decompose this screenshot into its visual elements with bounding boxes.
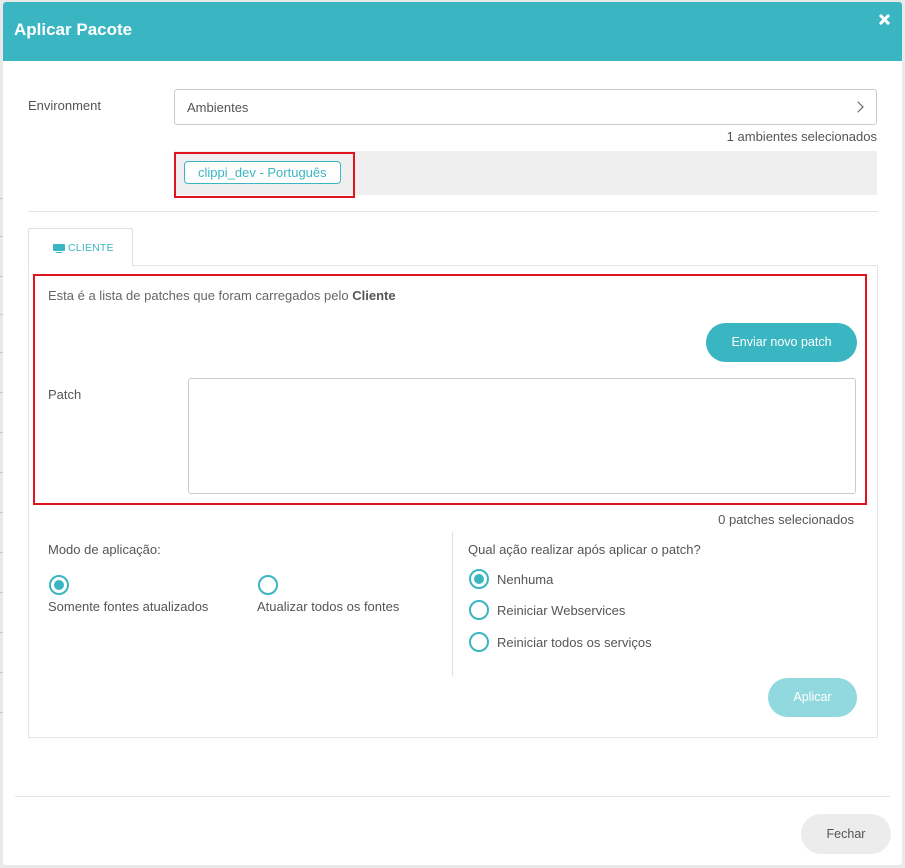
environment-select[interactable]: Ambientes — [174, 89, 877, 125]
mode-title: Modo de aplicação: — [48, 542, 161, 557]
footer-divider — [15, 796, 890, 797]
modal-header: Aplicar Pacote — [3, 2, 902, 61]
environment-label: Environment — [28, 98, 101, 113]
highlight-box-chip — [174, 152, 355, 198]
environment-select-value: Ambientes — [187, 100, 249, 115]
action-radio-none[interactable] — [469, 569, 489, 589]
close-icon[interactable] — [875, 11, 893, 29]
action-radio-restart-all[interactable] — [469, 632, 489, 652]
apply-button[interactable]: Aplicar — [768, 678, 857, 717]
tab-label: CLIENTE — [68, 242, 114, 254]
modal-title: Aplicar Pacote — [14, 20, 133, 39]
mode-radio-updated-only[interactable] — [49, 575, 69, 595]
section-divider — [28, 211, 878, 212]
chevron-right-icon — [852, 101, 864, 113]
environment-selected-count: 1 ambientes selecionados — [726, 129, 877, 144]
monitor-icon — [53, 243, 65, 253]
vertical-divider — [452, 532, 453, 676]
patch-selected-count: 0 patches selecionados — [718, 512, 854, 527]
post-action-title: Qual ação realizar após aplicar o patch? — [468, 542, 701, 557]
action-label-restart-webservices: Reiniciar Webservices — [497, 603, 626, 618]
highlight-box-patch — [33, 274, 867, 505]
tab-cliente[interactable]: CLIENTE — [28, 228, 133, 266]
mode-radio-all-sources[interactable] — [258, 575, 278, 595]
close-button[interactable]: Fechar — [801, 814, 891, 854]
mode-label-all-sources: Atualizar todos os fontes — [257, 599, 400, 614]
action-radio-restart-webservices[interactable] — [469, 600, 489, 620]
mode-label-updated-only: Somente fontes atualizados — [48, 599, 209, 614]
action-label-none: Nenhuma — [497, 572, 554, 587]
apply-package-modal: Aplicar Pacote Environment Ambientes 1 a… — [3, 2, 902, 865]
action-label-restart-all: Reiniciar todos os serviços — [497, 635, 652, 650]
